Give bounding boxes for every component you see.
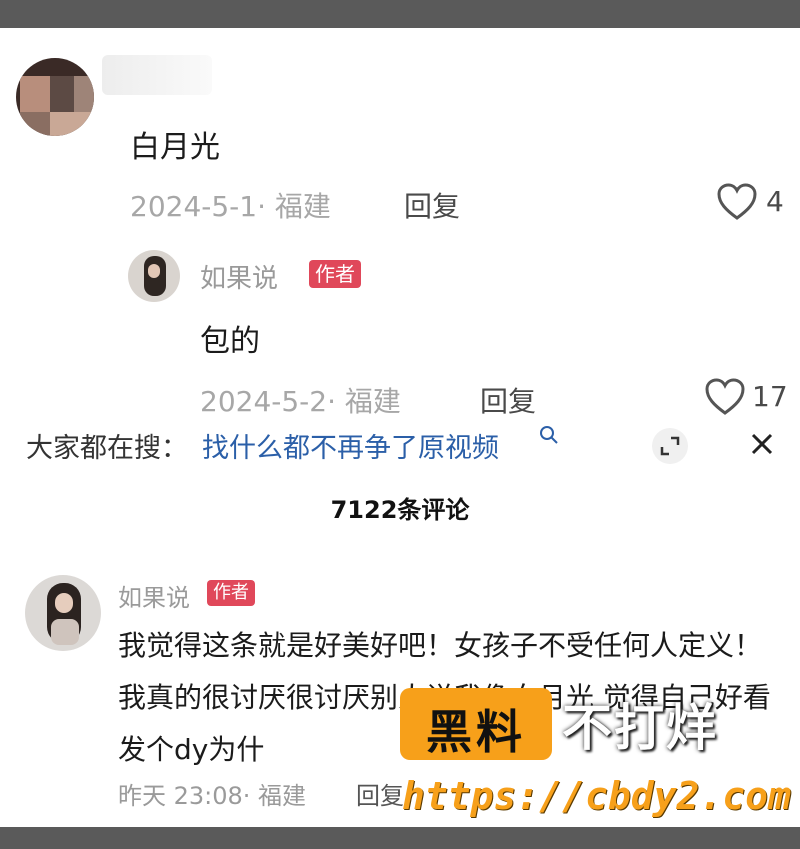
comment-date-location: 2024-5-1· 福建 (130, 190, 331, 223)
reply-date-location: 2024-5-2· 福建 (200, 385, 401, 418)
bottom-frame-bar (0, 827, 800, 849)
heart-icon[interactable] (704, 377, 746, 417)
search-suggestion-row[interactable]: 大家都在搜： 找什么都不再争了原视频 (0, 418, 800, 466)
author-tag: 作者 (207, 580, 255, 606)
search-suggestion-query[interactable]: 找什么都不再争了原视频 (202, 426, 499, 465)
avatar[interactable] (25, 575, 101, 651)
watermark: 黑料 不打烊 https://cbdy2.com (400, 678, 791, 828)
author-name[interactable]: 如果说 (200, 258, 278, 295)
reply-button[interactable]: 回复 (356, 776, 404, 811)
avatar[interactable] (16, 58, 94, 136)
reply-button[interactable]: 回复 (480, 380, 536, 420)
watermark-badge: 黑料 (400, 688, 552, 760)
author-name[interactable]: 如果说 (118, 578, 190, 613)
watermark-badge-text: 黑料 (426, 705, 526, 759)
watermark-url: https://cbdy2.com (402, 774, 791, 818)
comment-text: 白月光 (130, 130, 220, 165)
author-tag: 作者 (309, 260, 361, 288)
like-count: 4 (766, 185, 784, 218)
comments-count-title: 7122条评论 (330, 496, 470, 524)
search-icon[interactable] (538, 424, 560, 446)
blurred-username (102, 55, 212, 95)
reply-text: 包的 (200, 324, 260, 359)
search-suggestion-label: 大家都在搜： (26, 433, 188, 464)
like-count: 17 (752, 380, 788, 413)
comment-date-location: 昨天 23:08· 福建 (118, 782, 307, 810)
reply-button[interactable]: 回复 (404, 185, 460, 225)
close-icon[interactable] (742, 424, 782, 464)
watermark-title: 不打烊 (562, 699, 718, 757)
avatar[interactable] (128, 250, 180, 302)
top-frame-bar (0, 0, 800, 28)
expand-icon[interactable] (652, 428, 688, 464)
heart-icon[interactable] (716, 182, 758, 222)
